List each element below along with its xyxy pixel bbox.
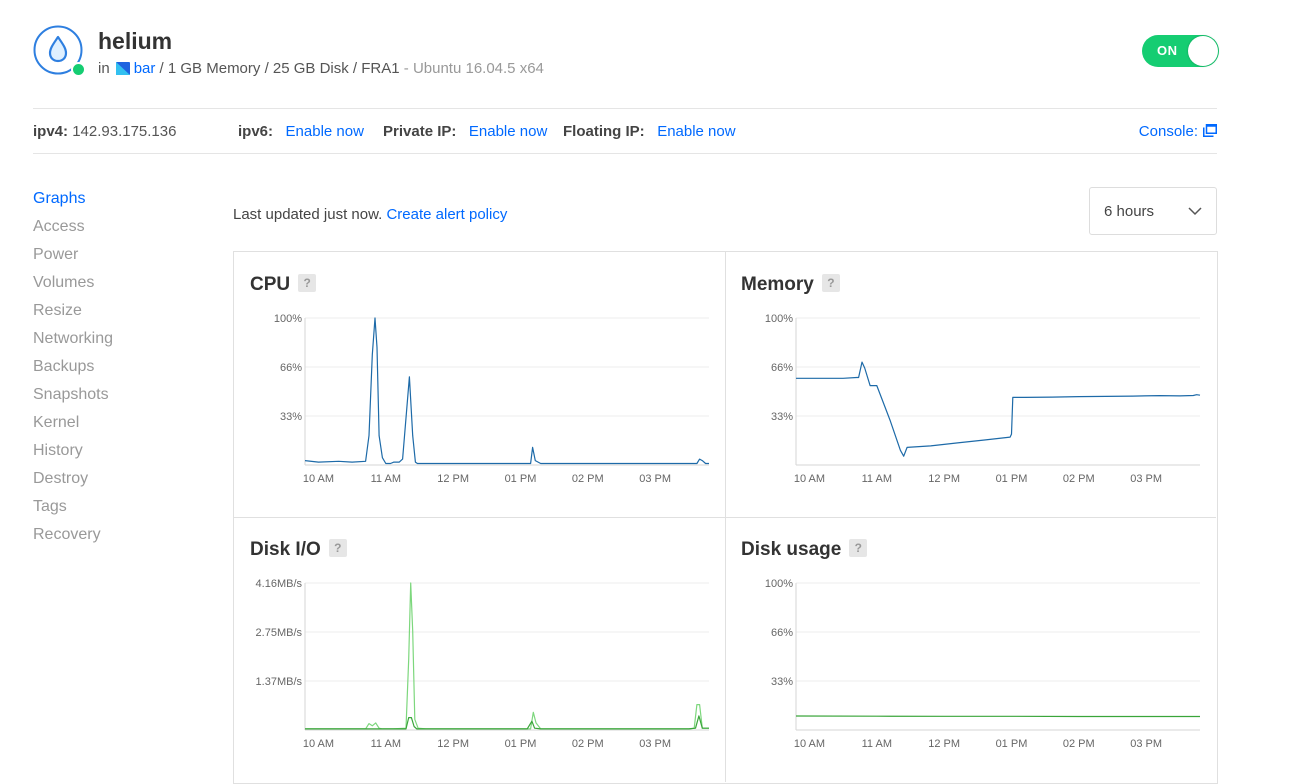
x-tick-label: 02 PM: [572, 738, 604, 750]
ipv4-field: ipv4: 142.93.175.136: [33, 123, 176, 140]
x-tick-label: 03 PM: [1130, 738, 1162, 750]
sidebar-nav: Graphs Access Power Volumes Resize Networking…: [33, 188, 113, 552]
memory-chart: 33% 66% 100% 10 AM 11 AM 12 PM 01 PM 02 PM 03 PM: [765, 313, 1201, 485]
x-tick-label: 02 PM: [1063, 473, 1095, 485]
ip-bar: ipv4: 142.93.175.136 ipv6: Enable now Pr…: [33, 109, 1217, 153]
project-link[interactable]: bar: [134, 60, 156, 77]
droplet-name: helium: [98, 28, 173, 54]
y-tick-label: 100%: [274, 313, 302, 325]
external-window-icon: [1203, 124, 1217, 137]
disk-io-panel: Disk I/O? 1.37MB/s 2.75MB/s 4.16MB/s 10 AM 1…: [234, 517, 726, 782]
y-tick-label: 66%: [771, 362, 793, 374]
sidebar-item-networking[interactable]: Networking: [33, 328, 113, 356]
sidebar-item-snapshots[interactable]: Snapshots: [33, 384, 113, 412]
project-icon: [115, 62, 130, 75]
sidebar-item-backups[interactable]: Backups: [33, 356, 113, 384]
x-tick-label: 12 PM: [437, 473, 469, 485]
private-ip-enable-link[interactable]: Enable now: [469, 123, 547, 140]
y-tick-label: 33%: [771, 676, 793, 688]
console-link[interactable]: Console:: [1139, 123, 1217, 140]
sidebar-item-kernel[interactable]: Kernel: [33, 412, 113, 440]
disk-io-chart: 1.37MB/s 2.75MB/s 4.16MB/s 10 AM 11 AM 12 PM 0…: [256, 578, 709, 750]
graphs-grid: CPU? 33% 66% 100% 10 AM 11 AM 12 PM 01 PM 02 PM…: [233, 251, 1218, 784]
sidebar-item-resize[interactable]: Resize: [33, 300, 113, 328]
x-tick-label: 02 PM: [572, 473, 604, 485]
y-tick-label: 100%: [765, 578, 793, 590]
sidebar-item-recovery[interactable]: Recovery: [33, 524, 113, 552]
cpu-panel: CPU? 33% 66% 100% 10 AM 11 AM 12 PM 01 PM 02 PM…: [234, 252, 726, 518]
series-line-0: [304, 317, 709, 465]
x-tick-label: 01 PM: [996, 473, 1028, 485]
create-alert-link[interactable]: Create alert policy: [386, 206, 507, 223]
time-range-value: 6 hours: [1104, 203, 1155, 220]
chevron-down-icon: [1188, 207, 1202, 216]
console-label: Console:: [1138, 123, 1198, 140]
x-tick-label: 11 AM: [862, 738, 892, 750]
status-online-dot: [71, 62, 86, 77]
sidebar-item-history[interactable]: History: [33, 440, 113, 468]
sidebar-item-power[interactable]: Power: [33, 244, 113, 272]
ipv6-label: ipv6:: [238, 123, 274, 140]
x-tick-label: 02 PM: [1063, 738, 1095, 750]
x-tick-label: 03 PM: [639, 738, 671, 750]
series-line-0: [305, 582, 709, 730]
cpu-chart: 33% 66% 100% 10 AM 11 AM 12 PM 01 PM 02 PM 03 PM: [274, 313, 709, 485]
series-line-1: [305, 715, 709, 730]
last-updated: Last updated just now. Create alert poli…: [233, 206, 507, 223]
ipv4-value[interactable]: 142.93.175.136: [72, 123, 176, 140]
power-toggle-knob: [1188, 36, 1218, 66]
x-tick-label: 03 PM: [639, 473, 671, 485]
y-tick-label: 1.37MB/s: [256, 676, 303, 688]
ipv4-label: ipv4:: [33, 123, 69, 140]
private-ip-field: Private IP: Enable now: [383, 123, 547, 140]
x-tick-label: 12 PM: [437, 738, 469, 750]
y-tick-label: 66%: [771, 627, 793, 639]
last-updated-text: Last updated just now.: [233, 206, 383, 223]
droplet-subline: in bar / 1 GB Memory / 25 GB Disk / FRA1 …: [98, 60, 544, 77]
droplet-os: - Ubuntu 16.04.5 x64: [399, 60, 544, 77]
y-tick-label: 4.16MB/s: [256, 578, 303, 590]
sidebar-item-graphs[interactable]: Graphs: [33, 188, 113, 216]
x-tick-label: 03 PM: [1130, 473, 1162, 485]
y-tick-label: 2.75MB/s: [256, 627, 303, 639]
disk-usage-panel: Disk usage? 33% 66% 100% 10 AM 11 AM 12 PM 01 …: [725, 517, 1216, 782]
x-tick-label: 01 PM: [505, 738, 537, 750]
power-toggle-label: ON: [1157, 43, 1178, 58]
ipv6-enable-link[interactable]: Enable now: [286, 123, 364, 140]
x-tick-label: 10 AM: [303, 473, 334, 485]
time-range-select[interactable]: 6 hours: [1089, 187, 1217, 235]
disk-usage-chart: 33% 66% 100% 10 AM 11 AM 12 PM 01 PM 02 PM 03 PM: [765, 578, 1200, 750]
ipv6-field: ipv6: Enable now: [238, 123, 364, 140]
private-ip-label: Private IP:: [383, 123, 457, 140]
series-line-0: [795, 715, 1200, 718]
x-tick-label: 10 AM: [303, 738, 334, 750]
y-tick-label: 33%: [280, 411, 302, 423]
series-line-0: [796, 361, 1201, 457]
floating-ip-field: Floating IP: Enable now: [563, 123, 736, 140]
divider-bottom: [33, 153, 1217, 154]
in-label: in: [98, 60, 110, 77]
y-tick-label: 100%: [765, 313, 793, 325]
y-tick-label: 33%: [771, 411, 793, 423]
memory-panel: Memory? 33% 66% 100% 10 AM 11 AM 12 PM 01 PM 02…: [725, 252, 1216, 518]
sidebar-item-access[interactable]: Access: [33, 216, 113, 244]
x-tick-label: 01 PM: [996, 738, 1028, 750]
sidebar-item-destroy[interactable]: Destroy: [33, 468, 113, 496]
sidebar-item-volumes[interactable]: Volumes: [33, 272, 113, 300]
floating-ip-enable-link[interactable]: Enable now: [657, 123, 735, 140]
y-tick-label: 66%: [280, 362, 302, 374]
x-tick-label: 12 PM: [928, 473, 960, 485]
x-tick-label: 11 AM: [371, 738, 401, 750]
droplet-specs: / 1 GB Memory / 25 GB Disk / FRA1: [155, 60, 400, 77]
x-tick-label: 12 PM: [928, 738, 960, 750]
sidebar-item-tags[interactable]: Tags: [33, 496, 113, 524]
x-tick-label: 10 AM: [794, 473, 825, 485]
x-tick-label: 11 AM: [371, 473, 401, 485]
power-toggle[interactable]: ON: [1142, 35, 1219, 67]
x-tick-label: 11 AM: [862, 473, 892, 485]
floating-ip-label: Floating IP:: [563, 123, 645, 140]
x-tick-label: 10 AM: [794, 738, 825, 750]
x-tick-label: 01 PM: [505, 473, 537, 485]
